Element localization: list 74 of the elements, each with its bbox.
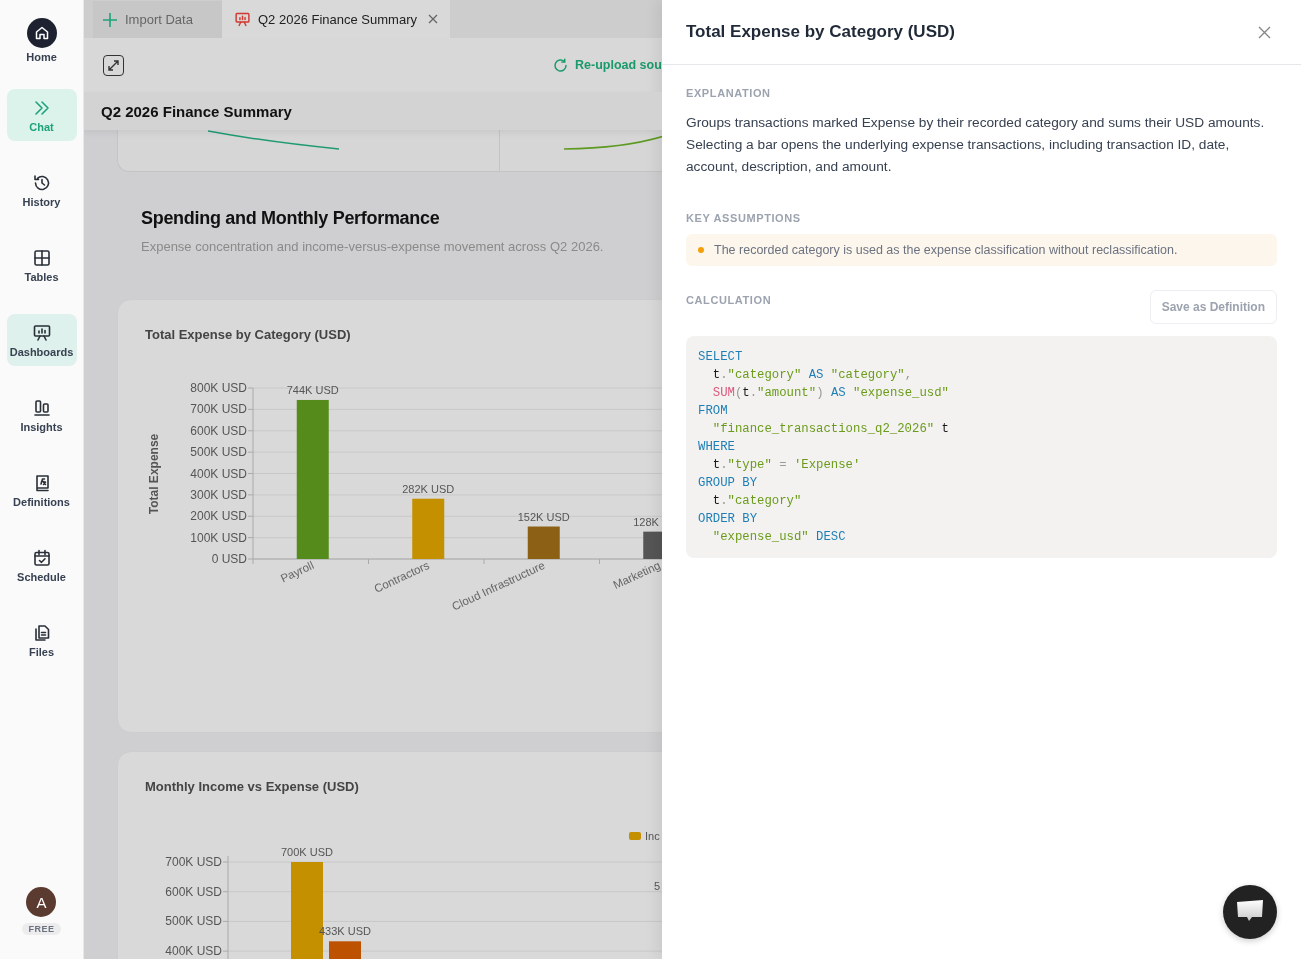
history-icon: [31, 172, 52, 193]
sidebar-item[interactable]: Files: [6, 614, 77, 666]
code-line: SELECT: [698, 349, 744, 366]
data-label: 744K USD: [286, 383, 339, 396]
calendar-icon: [31, 547, 52, 568]
grid-icon: [31, 247, 52, 268]
axis-label: 700K USD: [165, 855, 222, 869]
axis-label: 700K USD: [190, 402, 247, 417]
legend-swatch: [629, 832, 641, 840]
code-line: "finance_transactions_q2_2026" t: [711, 421, 950, 438]
axis-label: 100K USD: [190, 530, 247, 545]
axis-label: 600K USD: [190, 423, 247, 438]
axis-label: 500K USD: [190, 445, 247, 460]
sidebar-item[interactable]: Schedule: [6, 539, 77, 591]
code-line: WHERE: [698, 439, 736, 456]
sidebar-item[interactable]: Tables: [6, 239, 77, 291]
plus-icon: [102, 11, 118, 28]
explanation-text: Groups transactions marked Expense by their recorded category and sums their USD amounts. Selecting a bar opens the underlying expense transactions, including transaction ID, date, account, description, and amount.: [686, 114, 1266, 176]
section-subtitle: Expense concentration and income-versus-expense movement across Q2 2026.: [141, 239, 605, 254]
code-line: "expense_usd" DESC: [711, 529, 847, 546]
avatar[interactable]: A: [26, 887, 57, 917]
presentation-icon: [31, 322, 52, 343]
section-label: CALCULATION: [686, 294, 772, 306]
presentation-icon: [234, 10, 251, 28]
code-line: t."category" AS "category",: [711, 367, 914, 384]
axis-label: 400K USD: [190, 466, 247, 481]
drawer-title: Total Expense by Category (USD): [686, 22, 955, 42]
sidebar-item[interactable]: Home: [6, 14, 77, 66]
home-icon: [26, 17, 57, 48]
axis-label: 200K USD: [190, 509, 247, 524]
axis-label: 400K USD: [165, 944, 222, 959]
columns-icon: [31, 397, 52, 418]
tab[interactable]: Q2 2026 Finance Summary: [222, 0, 450, 38]
chart-title: Monthly Income vs Expense (USD): [145, 779, 359, 794]
sidebar-item[interactable]: Dashboards: [6, 314, 77, 366]
data-label: 128K: [633, 515, 659, 528]
sidebar-item[interactable]: Definitions: [6, 464, 77, 516]
data-label: 700K USD: [281, 846, 333, 858]
axis-title: Total Expense: [147, 433, 161, 515]
axis-label: 500K USD: [165, 914, 222, 929]
data-label: 282K USD: [402, 482, 455, 495]
legend-label: Inc: [645, 830, 660, 842]
axis-label: 800K USD: [190, 381, 247, 395]
axis-label: 300K USD: [190, 487, 247, 502]
tab-label: Q2 2026 Finance Summary: [258, 11, 417, 27]
tab[interactable]: Import Data: [93, 1, 222, 38]
section-label: EXPLANATION: [686, 87, 772, 99]
axis-label: 600K USD: [165, 884, 222, 899]
code-line: FROM: [698, 403, 729, 420]
code-line: ORDER BY: [698, 511, 759, 528]
expand-icon: [107, 58, 120, 72]
bar[interactable]: [296, 399, 329, 559]
code-line: GROUP BY: [698, 475, 759, 492]
section-heading: Spending and Monthly Performance: [141, 208, 441, 229]
sidebar-item[interactable]: Insights: [6, 389, 77, 441]
chart-title: Total Expense by Category (USD): [145, 327, 351, 342]
tab-label: Import Data: [125, 12, 193, 27]
assumption-text: The recorded category is used as the expense classification without reclassification.: [714, 243, 1178, 257]
close-icon[interactable]: [427, 14, 438, 24]
data-label: 5: [654, 880, 661, 892]
bullet-icon: [698, 247, 704, 253]
code-line: SUM(t."amount") AS "expense_usd": [711, 385, 950, 402]
data-label: 152K USD: [517, 510, 570, 523]
code-line: t."type" = 'Expense': [711, 457, 862, 474]
dashboard-title: Q2 2026 Finance Summary: [84, 92, 662, 130]
plan-badge: FREE: [22, 923, 61, 935]
axis-label: 0 USD: [211, 552, 247, 566]
close-button[interactable]: [1258, 25, 1271, 39]
code-line: t."category": [711, 493, 803, 510]
sidebar-item[interactable]: History: [6, 164, 77, 216]
section-label: KEY ASSUMPTIONS: [686, 212, 802, 224]
expand-button[interactable]: [103, 54, 124, 76]
refresh-icon: [552, 56, 569, 74]
bar[interactable]: [527, 526, 560, 559]
